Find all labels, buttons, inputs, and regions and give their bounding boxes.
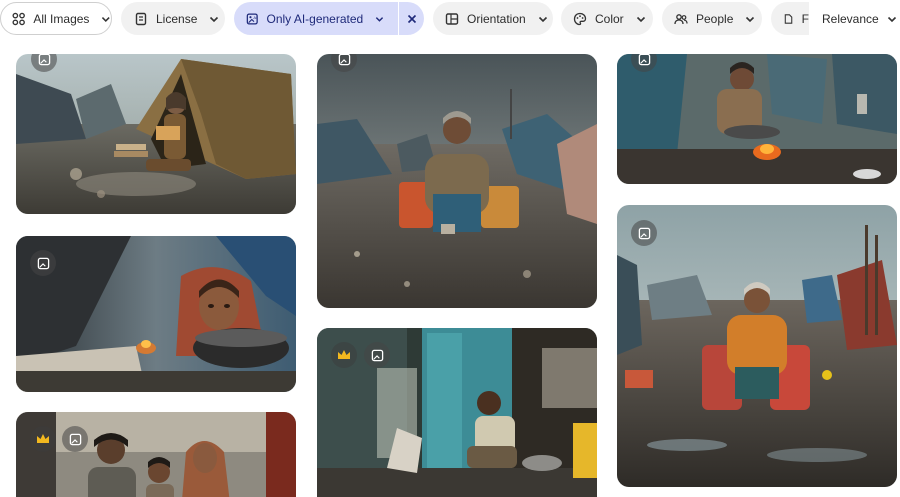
only-ai-generated-label: Only AI-generated — [266, 11, 364, 26]
orientation-icon — [445, 12, 459, 26]
orientation-label: Orientation — [467, 11, 526, 26]
crown-icon — [338, 350, 350, 359]
image-thumbnail — [617, 205, 897, 487]
chevron-down-icon — [887, 14, 897, 24]
ai-image-icon — [37, 257, 49, 269]
license-label: License — [156, 11, 198, 26]
more-filter-label: F — [801, 11, 809, 26]
license-filter[interactable]: License — [121, 2, 225, 35]
document-icon — [134, 12, 148, 26]
people-filter[interactable]: People — [662, 2, 762, 35]
people-label: People — [696, 11, 734, 26]
all-images-filter[interactable]: All Images — [0, 2, 112, 35]
ai-generated-badge — [364, 342, 390, 368]
ai-image-icon: AI — [246, 12, 258, 26]
crown-icon — [37, 434, 49, 443]
svg-text:AI: AI — [253, 15, 257, 20]
image-card[interactable] — [16, 236, 296, 392]
image-thumbnail — [16, 54, 296, 214]
image-thumbnail — [617, 54, 897, 184]
chevron-down-icon — [636, 14, 646, 24]
color-label: Color — [595, 11, 624, 26]
image-thumbnail — [16, 412, 296, 497]
ai-image-icon — [38, 54, 50, 65]
orientation-filter[interactable]: Orientation — [433, 2, 553, 35]
image-card[interactable] — [317, 54, 597, 308]
color-filter[interactable]: Color — [561, 2, 653, 35]
chevron-down-icon — [538, 14, 548, 24]
chevron-down-icon — [209, 14, 219, 24]
all-images-label: All Images — [33, 11, 90, 26]
grid-icon — [12, 12, 25, 26]
image-card[interactable] — [617, 54, 897, 184]
image-thumbnail — [16, 236, 296, 392]
image-thumbnail — [317, 328, 597, 497]
image-card[interactable] — [317, 328, 597, 497]
filter-bar: All Images License AI Only AI-generated … — [0, 0, 900, 38]
more-filter[interactable]: F — [771, 2, 809, 35]
ai-image-icon — [69, 433, 81, 445]
premium-badge — [331, 342, 357, 368]
ai-generated-badge — [30, 250, 56, 276]
document-icon — [783, 12, 794, 26]
chevron-down-icon — [101, 14, 111, 24]
ai-image-icon — [338, 54, 350, 65]
image-card[interactable] — [617, 205, 897, 487]
ai-image-icon — [638, 54, 650, 65]
image-thumbnail — [317, 54, 597, 308]
sort-label: Relevance — [822, 11, 879, 26]
premium-badge — [30, 426, 56, 452]
chevron-down-icon — [745, 14, 755, 24]
only-ai-generated-filter[interactable]: AI Only AI-generated — [234, 2, 424, 35]
sort-dropdown[interactable]: Relevance — [822, 2, 900, 35]
chevron-down-icon — [375, 14, 384, 24]
ai-generated-badge — [631, 220, 657, 246]
image-card[interactable] — [16, 54, 296, 214]
close-icon — [407, 14, 416, 23]
clear-ai-filter-button[interactable] — [399, 2, 424, 35]
ai-image-icon — [371, 349, 383, 361]
people-icon — [674, 12, 688, 26]
ai-image-icon — [638, 227, 650, 239]
palette-icon — [573, 12, 587, 26]
image-card[interactable] — [16, 412, 296, 497]
ai-generated-badge — [62, 426, 88, 452]
